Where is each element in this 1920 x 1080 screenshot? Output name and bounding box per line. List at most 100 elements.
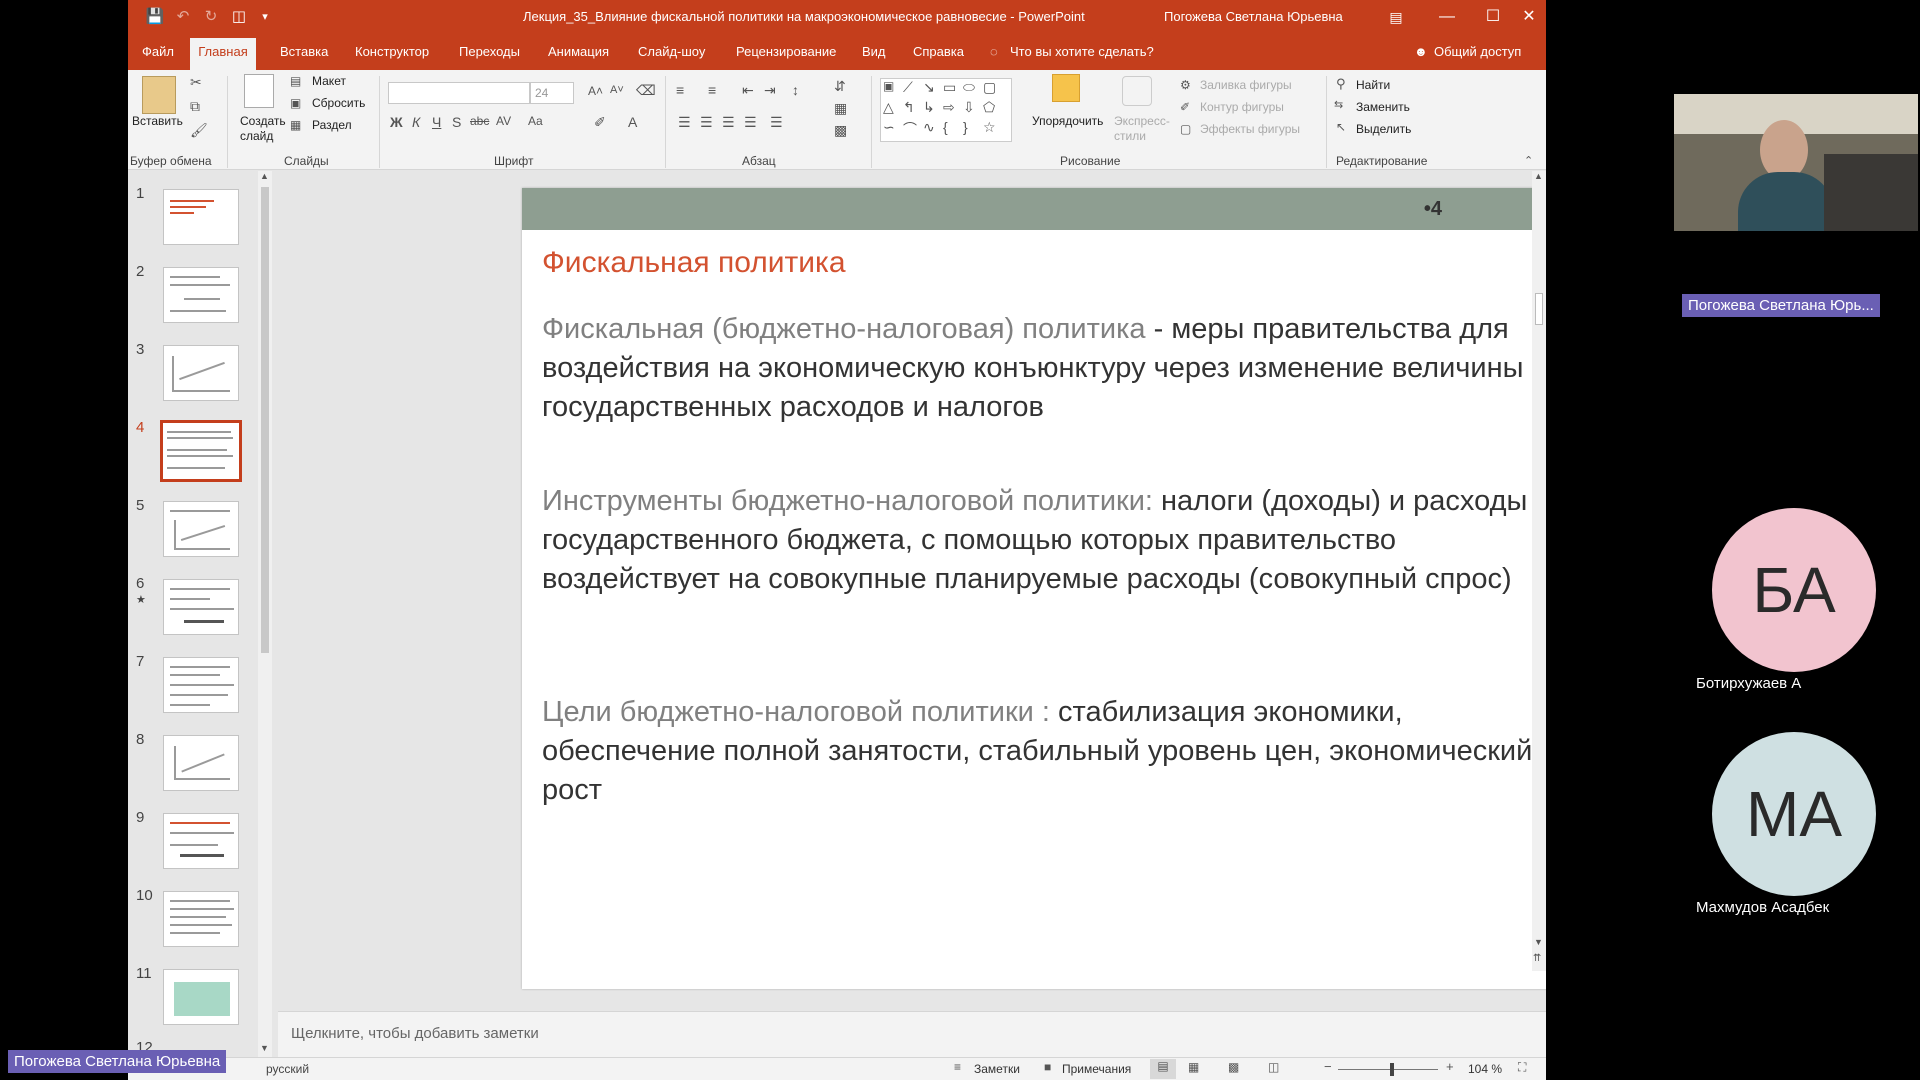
tell-me-search[interactable]: Что вы хотите сделать? (1010, 44, 1154, 59)
new-slide-button[interactable]: Создать слайд (240, 114, 286, 144)
slide-scrollbar[interactable]: ▲ ▼ ⇈ (1532, 171, 1546, 971)
decrease-indent-icon[interactable]: ⇤ (742, 82, 754, 99)
instruments-paragraph[interactable]: Инструменты бюджетно-налоговой политики:… (542, 482, 1546, 599)
slide-sorter-icon[interactable]: ▦ (1188, 1060, 1199, 1074)
cut-icon[interactable]: ✂ (190, 74, 202, 91)
oval-shape-icon[interactable]: ⬭ (963, 79, 975, 96)
normal-view-icon[interactable]: ▤ (1150, 1059, 1176, 1079)
paste-button[interactable]: Вставить (132, 114, 183, 128)
new-slide-icon[interactable] (244, 74, 274, 108)
char-spacing-icon[interactable]: AV (496, 114, 511, 128)
tab-home[interactable]: Главная (190, 38, 256, 70)
signed-in-user[interactable]: Погожева Светлана Юрьевна (1164, 9, 1343, 24)
section-button[interactable]: Раздел (312, 118, 352, 132)
columns-icon[interactable]: ☰ (770, 114, 783, 131)
notes-placeholder[interactable]: Щелкните, чтобы добавить заметки (291, 1025, 539, 1042)
format-painter-icon[interactable]: 🖌 (190, 122, 208, 139)
tab-transitions[interactable]: Переходы (459, 44, 520, 59)
notes-pane[interactable]: Щелкните, чтобы добавить заметки (278, 1011, 1546, 1057)
slide-thumbnail[interactable] (163, 267, 239, 323)
clear-formatting-icon[interactable]: ⌫ (636, 82, 656, 99)
freeform-shape-icon[interactable]: ⬠ (983, 99, 995, 116)
justify-icon[interactable]: ☰ (744, 114, 757, 131)
tab-review[interactable]: Рецензирование (736, 44, 836, 59)
copy-icon[interactable]: ⧉ (190, 98, 200, 115)
tab-insert[interactable]: Вставка (280, 44, 328, 59)
connector-shape-icon[interactable]: ↰ (903, 99, 915, 116)
strikethrough-icon[interactable]: abc (470, 114, 489, 128)
reset-button[interactable]: Сбросить (312, 96, 365, 110)
paste-icon[interactable] (142, 76, 176, 114)
change-case-icon[interactable]: Aa (528, 114, 543, 128)
slide-thumbnail[interactable] (163, 969, 239, 1025)
zoom-out-icon[interactable]: − (1324, 1059, 1332, 1074)
customize-qat-icon[interactable]: ▾ (254, 7, 276, 27)
align-right-icon[interactable]: ☰ (722, 114, 735, 131)
quick-styles-button[interactable]: Экспресс-стили (1114, 114, 1170, 144)
text-direction-icon[interactable]: ⇵ (834, 78, 846, 95)
replace-button[interactable]: Заменить (1356, 100, 1410, 114)
select-button[interactable]: Выделить (1356, 122, 1411, 136)
zoom-slider[interactable] (1338, 1069, 1438, 1070)
arrow-shape-icon[interactable]: ↘ (923, 79, 935, 96)
reading-view-icon[interactable]: ▩ (1228, 1060, 1239, 1074)
scroll-down-icon[interactable]: ▼ (260, 1043, 269, 1053)
align-center-icon[interactable]: ☰ (700, 114, 713, 131)
notes-toggle-button[interactable]: Заметки (974, 1062, 1020, 1076)
align-text-icon[interactable]: ▦ (834, 100, 847, 117)
language-indicator[interactable]: русский (266, 1062, 309, 1076)
slideshow-view-icon[interactable]: ◫ (1268, 1060, 1279, 1074)
fit-slide-icon[interactable]: ⛶ (1518, 1060, 1526, 1075)
goals-paragraph[interactable]: Цели бюджетно-налоговой политики : стаби… (542, 693, 1546, 810)
layout-button[interactable]: Макет (312, 74, 346, 88)
slide-thumbnail[interactable] (163, 189, 239, 245)
rectangle-shape-icon[interactable]: ▭ (943, 79, 956, 96)
slide-thumbnail[interactable] (163, 579, 239, 635)
font-size-combo[interactable]: 24 (530, 82, 574, 104)
thumbnails-scrollbar[interactable]: ▲ ▼ (258, 171, 272, 1058)
ribbon-display-options-icon[interactable]: ▤ (1373, 0, 1419, 34)
arrange-icon[interactable] (1052, 74, 1080, 102)
decrease-font-icon[interactable]: A˅ (610, 84, 624, 96)
align-left-icon[interactable]: ☰ (678, 114, 691, 131)
line-spacing-icon[interactable]: ↕ (792, 82, 799, 98)
slide-thumbnail[interactable] (163, 891, 239, 947)
triangle-shape-icon[interactable]: △ (883, 99, 894, 116)
share-button[interactable]: Общий доступ (1434, 44, 1521, 59)
italic-icon[interactable]: К (412, 114, 420, 130)
tab-help[interactable]: Справка (913, 44, 964, 59)
left-brace-shape-icon[interactable]: { (943, 119, 948, 135)
arc-shape-icon[interactable]: ⌒ (903, 119, 917, 139)
highlight-icon[interactable]: ✐ (594, 114, 606, 131)
shapes-gallery[interactable]: ▣ ⟋ ↘ ▭ ⬭ ▢ △ ↰ ↳ ⇨ ⇩ ⬠ ∽ ⌒ ∿ { } ☆ (880, 78, 1012, 142)
slide-title[interactable]: Фискальная политика (542, 246, 846, 280)
shape-fill-button[interactable]: Заливка фигуры (1200, 78, 1292, 92)
quick-styles-icon[interactable] (1122, 76, 1152, 106)
textbox-shape-icon[interactable]: ▣ (883, 79, 894, 93)
slide-thumbnail[interactable] (163, 657, 239, 713)
shape-effects-button[interactable]: Эффекты фигуры (1200, 122, 1300, 136)
bullets-icon[interactable]: ≡ (676, 82, 684, 98)
redo-icon[interactable]: ↻ (200, 7, 222, 27)
wave-shape-icon[interactable]: ∿ (923, 119, 935, 136)
tab-file[interactable]: Файл (142, 44, 174, 59)
slide-thumbnail[interactable] (163, 345, 239, 401)
tab-animations[interactable]: Анимация (548, 44, 609, 59)
slide-thumbnail-active[interactable] (160, 420, 242, 482)
shape-outline-button[interactable]: Контур фигуры (1200, 100, 1284, 114)
elbow-arrow-shape-icon[interactable]: ↳ (923, 99, 935, 116)
star-shape-icon[interactable]: ☆ (983, 119, 996, 136)
slide-thumbnail[interactable] (163, 813, 239, 869)
down-arrow-shape-icon[interactable]: ⇩ (963, 99, 975, 116)
scroll-thumb[interactable] (261, 187, 269, 653)
font-color-icon[interactable]: A (628, 114, 637, 130)
underline-icon[interactable]: Ч (432, 114, 441, 130)
tab-slideshow[interactable]: Слайд-шоу (638, 44, 705, 59)
increase-indent-icon[interactable]: ⇥ (764, 82, 776, 99)
minimize-button[interactable]: — (1424, 0, 1470, 34)
arrange-button[interactable]: Упорядочить (1032, 114, 1103, 128)
bold-icon[interactable]: Ж (390, 114, 403, 130)
scroll-up-icon[interactable]: ▲ (260, 171, 269, 181)
line-shape-icon[interactable]: ⟋ (903, 79, 913, 96)
collapse-ribbon-icon[interactable]: ⌃ (1524, 154, 1533, 167)
